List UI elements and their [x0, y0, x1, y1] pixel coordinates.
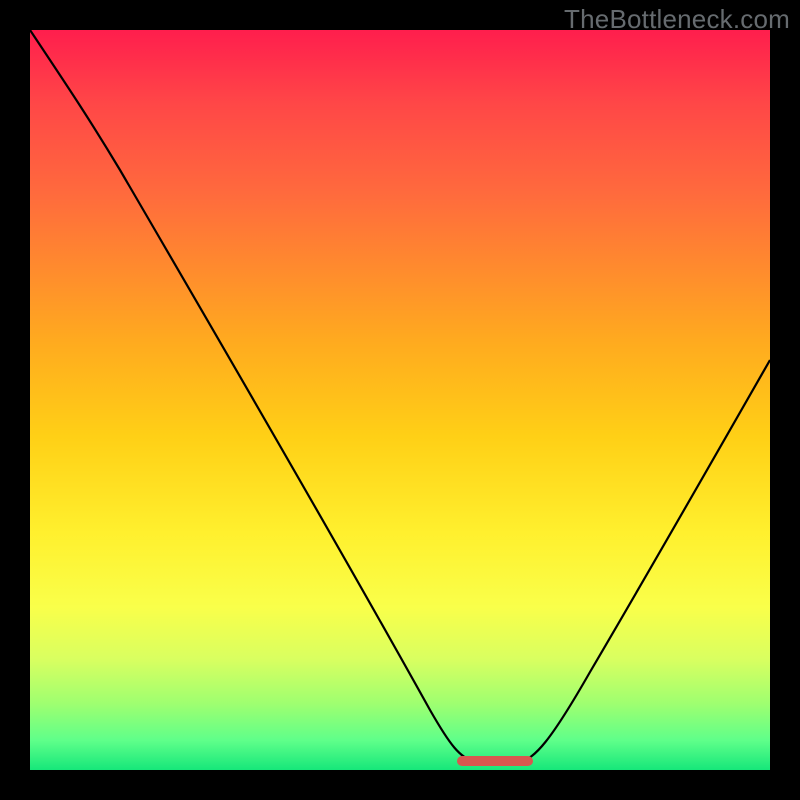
plot-area — [30, 30, 770, 770]
chart-svg — [30, 30, 770, 770]
chart-frame: TheBottleneck.com — [0, 0, 800, 800]
watermark-text: TheBottleneck.com — [564, 4, 790, 35]
bottleneck-curve — [30, 30, 770, 762]
